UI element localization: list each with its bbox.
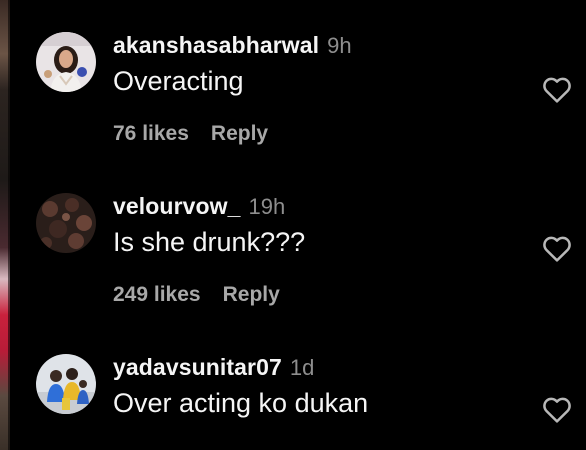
heart-outline-icon[interactable] [541,74,573,104]
timestamp: 19h [248,194,286,219]
comment-body: yadavsunitar07 1d Over acting ko dukan [113,354,533,418]
reply-button[interactable]: Reply [223,283,280,307]
comment-meta: 249 likes Reply [113,283,280,307]
comment-text: Is she drunk??? [113,227,306,257]
heart-outline-icon[interactable] [541,233,573,263]
reply-button[interactable]: Reply [211,122,268,146]
avatar-photo [36,354,96,414]
username[interactable]: yadavsunitar07 [113,354,282,381]
heart-outline-icon[interactable] [541,394,573,424]
username[interactable]: velourvow_ [113,193,241,220]
comment-item: yadavsunitar07 1d Over acting ko dukan [36,354,581,450]
comment-body: velourvow_ 19h Is she drunk??? [113,193,533,257]
comment-item: akanshasabharwal 9h Overacting 76 likes … [36,32,581,162]
comment-text: Over acting ko dukan [113,388,369,418]
avatar-photo [36,193,96,253]
like-count[interactable]: 76 likes [113,122,189,146]
avatar-photo [36,32,96,92]
comments-panel: akanshasabharwal 9h Overacting 76 likes … [0,0,586,450]
timestamp: 1d [289,355,315,380]
background-photo-edge [0,0,10,450]
like-count[interactable]: 249 likes [113,283,201,307]
comment-text: Overacting [113,66,244,96]
avatar[interactable] [36,32,96,92]
avatar[interactable] [36,193,96,253]
comment-item: velourvow_ 19h Is she drunk??? 249 likes… [36,193,581,323]
avatar[interactable] [36,354,96,414]
timestamp: 9h [327,33,352,58]
comment-meta: 76 likes Reply [113,122,268,146]
comment-body: akanshasabharwal 9h Overacting [113,32,533,96]
username[interactable]: akanshasabharwal [113,32,319,59]
